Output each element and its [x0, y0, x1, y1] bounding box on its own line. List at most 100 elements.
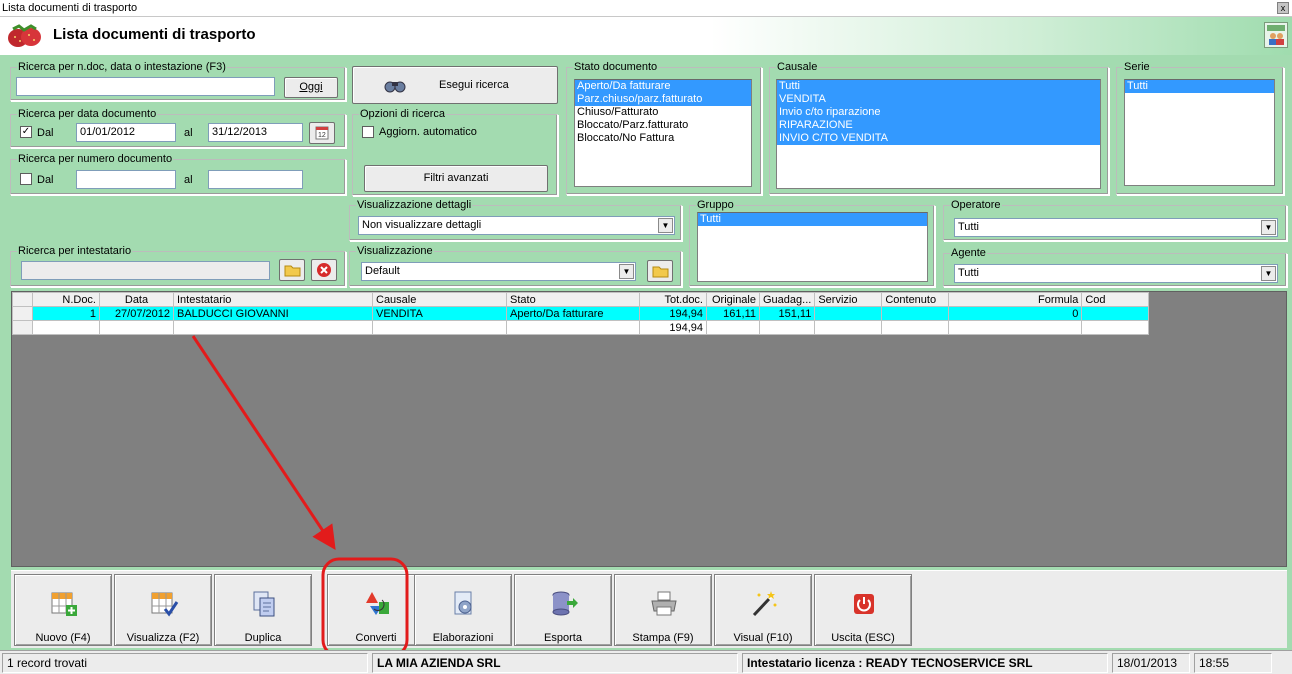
chevron-down-icon[interactable]: ▼ — [1261, 266, 1276, 281]
table-totals-row: 194,94 — [12, 320, 1150, 335]
print-button[interactable]: Stampa (F9) — [614, 574, 712, 646]
exit-button-label: Uscita (ESC) — [831, 632, 895, 644]
number-to-input[interactable] — [208, 170, 303, 189]
auto-update-label: Aggiorn. automatico — [379, 126, 477, 138]
table-cell: BALDUCCI GIOVANNI — [173, 306, 373, 321]
search-doc-input[interactable] — [16, 77, 275, 96]
col-header[interactable]: Causale — [372, 292, 507, 307]
visualizzazione-legend: Visualizzazione — [356, 245, 434, 257]
table-cell — [173, 320, 373, 335]
row-selector[interactable] — [12, 306, 33, 321]
today-button-label: Oggi — [299, 81, 323, 93]
table-cell: 194,94 — [639, 306, 707, 321]
export-button-label: Esporta — [544, 632, 582, 644]
vis-dettagli-select[interactable]: Non visualizzare dettagli ▼ — [358, 216, 675, 235]
table-cell: 27/07/2012 — [99, 306, 174, 321]
col-header[interactable] — [12, 292, 33, 307]
table-cell — [948, 320, 1083, 335]
causale-item[interactable]: VENDITA — [777, 93, 1100, 106]
col-header[interactable]: N.Doc. — [32, 292, 100, 307]
col-header[interactable]: Guadag... — [758, 292, 816, 307]
today-button[interactable]: Oggi — [284, 77, 338, 98]
visual-button-label: Visual (F10) — [733, 632, 793, 644]
col-header[interactable]: Originale — [706, 292, 760, 307]
visual-button[interactable]: Visual (F10) — [714, 574, 812, 646]
vis-dettagli-legend: Visualizzazione dettagli — [356, 199, 473, 211]
table-cell — [881, 320, 950, 335]
status-records: 1 record trovati — [2, 653, 368, 673]
documents-grid[interactable]: N.Doc. Data Intestatario Causale Stato T… — [11, 291, 1287, 567]
strawberries-logo-icon — [8, 24, 41, 47]
magic-wand-icon — [752, 591, 777, 617]
window-close-button[interactable]: x — [1277, 2, 1289, 14]
agente-select[interactable]: Tutti ▼ — [954, 264, 1278, 283]
table-cell: 151,11 — [758, 306, 816, 321]
chevron-down-icon[interactable]: ▼ — [658, 218, 673, 233]
serie-list[interactable]: Tutti — [1124, 79, 1275, 186]
col-header[interactable]: Data — [99, 292, 174, 307]
date-from-input[interactable]: 01/01/2012 — [76, 123, 176, 142]
col-header[interactable]: Intestatario — [173, 292, 373, 307]
users-config-icon[interactable] — [1264, 22, 1288, 48]
table-cell — [32, 320, 100, 335]
stato-item[interactable]: Bloccato/Parz.fatturato — [575, 119, 751, 132]
date-filter-checkbox[interactable]: ✓ — [20, 126, 32, 138]
col-header[interactable]: Stato — [506, 292, 640, 307]
col-header[interactable]: Contenuto — [881, 292, 950, 307]
stato-list[interactable]: Aperto/Da fatturare Parz.chiuso/parz.fat… — [574, 79, 752, 187]
export-button[interactable]: Esporta — [514, 574, 612, 646]
chevron-down-icon[interactable]: ▼ — [619, 264, 634, 279]
new-button[interactable]: Nuovo (F4) — [14, 574, 112, 646]
operatore-select[interactable]: Tutti ▼ — [954, 218, 1278, 237]
visualizzazione-folder-button[interactable] — [647, 260, 673, 282]
causale-item[interactable]: INVIO C/TO VENDITA — [777, 132, 1100, 145]
number-dal-label: Dal — [37, 174, 54, 186]
date-al-label: al — [184, 127, 193, 139]
serie-item[interactable]: Tutti — [1125, 80, 1274, 93]
stato-item[interactable]: Bloccato/No Fattura — [575, 132, 751, 145]
operatore-value: Tutti — [958, 221, 979, 233]
folder-icon — [652, 266, 669, 278]
stato-item[interactable]: Aperto/Da fatturare — [575, 80, 751, 93]
gruppo-list[interactable]: Tutti — [697, 212, 928, 282]
grid-add-icon — [51, 592, 77, 616]
processing-button[interactable]: Elaborazioni — [414, 574, 512, 646]
new-button-label: Nuovo (F4) — [35, 632, 91, 644]
execute-search-label: Esegui ricerca — [439, 79, 509, 91]
execute-search-button[interactable]: Esegui ricerca — [352, 66, 558, 104]
convert-button-label: Converti — [355, 632, 397, 644]
calendar-button[interactable]: 12 — [309, 122, 335, 144]
col-header[interactable]: Servizio — [814, 292, 883, 307]
row-selector[interactable] — [12, 320, 33, 335]
window-titlebar: Lista documenti di trasporto x — [0, 0, 1292, 17]
causale-item[interactable]: Tutti — [777, 80, 1100, 93]
search-date-legend: Ricerca per data documento — [17, 108, 158, 120]
causale-item[interactable]: Invio c/to riparazione — [777, 106, 1100, 119]
search-options-legend: Opzioni di ricerca — [359, 108, 446, 120]
visualizzazione-select[interactable]: Default ▼ — [361, 262, 636, 281]
stato-item[interactable]: Chiuso/Fatturato — [575, 106, 751, 119]
col-header[interactable]: Cod — [1081, 292, 1150, 307]
causale-item[interactable]: RIPARAZIONE — [777, 119, 1100, 132]
duplicate-button[interactable]: Duplica — [214, 574, 312, 646]
convert-button[interactable]: Converti — [327, 574, 425, 646]
table-row[interactable]: 1 27/07/2012 BALDUCCI GIOVANNI VENDITA A… — [12, 306, 1150, 321]
view-button[interactable]: Visualizza (F2) — [114, 574, 212, 646]
col-header[interactable]: Formula — [948, 292, 1083, 307]
causale-list[interactable]: Tutti VENDITA Invio c/to riparazione RIP… — [776, 79, 1101, 189]
date-to-input[interactable]: 31/12/2013 — [208, 123, 303, 142]
stato-item[interactable]: Parz.chiuso/parz.fatturato — [575, 93, 751, 106]
calendar-icon: 12 — [315, 126, 329, 140]
exit-button[interactable]: Uscita (ESC) — [814, 574, 912, 646]
number-from-input[interactable] — [76, 170, 176, 189]
chevron-down-icon[interactable]: ▼ — [1261, 220, 1276, 235]
holder-input[interactable] — [21, 261, 270, 280]
holder-clear-button[interactable] — [311, 259, 337, 281]
auto-update-checkbox[interactable] — [362, 126, 374, 138]
col-header[interactable]: Tot.doc. — [639, 292, 707, 307]
advanced-filters-button[interactable]: Filtri avanzati — [364, 165, 548, 192]
gruppo-item[interactable]: Tutti — [698, 213, 927, 226]
page-header: Lista documenti di trasporto — [0, 17, 1292, 55]
number-filter-checkbox[interactable] — [20, 173, 32, 185]
holder-browse-button[interactable] — [279, 259, 305, 281]
